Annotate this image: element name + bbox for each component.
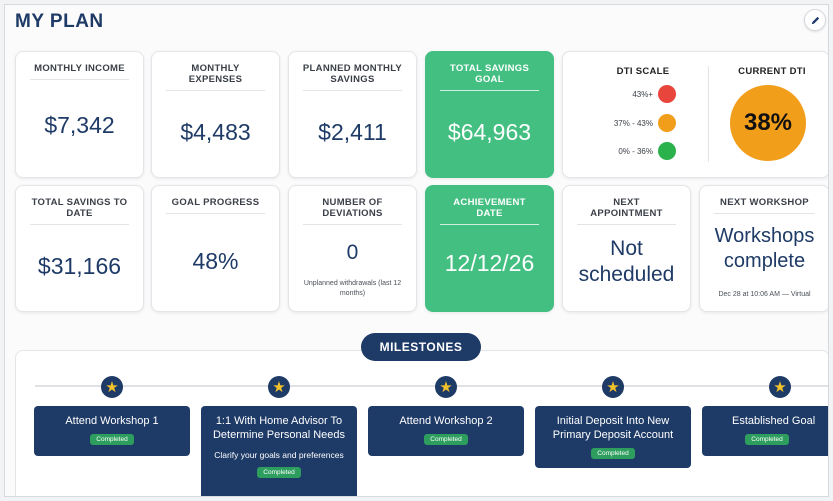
- card-label: TOTAL SAVINGS GOAL: [449, 63, 530, 85]
- total-savings-goal-card: TOTAL SAVINGS GOAL $64,963: [425, 51, 554, 178]
- edit-button[interactable]: [804, 9, 826, 31]
- star-icon: ★: [101, 376, 123, 398]
- card-divider: [303, 224, 402, 225]
- card-label: NEXT APPOINTMENT: [590, 197, 663, 219]
- milestone-card[interactable]: Initial Deposit Into New Primary Deposit…: [535, 406, 691, 468]
- card-value: $7,342: [44, 112, 115, 138]
- card-value: 12/12/26: [444, 250, 535, 276]
- red-dot-icon: [658, 85, 676, 103]
- milestone-card[interactable]: Attend Workshop 2 Completed: [368, 406, 524, 456]
- current-dti-value: 38%: [730, 85, 806, 161]
- dti-level-label: 0% - 36%: [618, 147, 653, 156]
- milestone-title: 1:1 With Home Advisor To Determine Perso…: [212, 415, 346, 441]
- pencil-icon: [811, 16, 819, 24]
- card-value: Workshops complete: [714, 225, 815, 272]
- milestone-timeline: [35, 385, 828, 387]
- card-label: MONTHLY EXPENSES: [188, 63, 243, 85]
- card-value: $64,963: [447, 119, 532, 145]
- card-value: 48%: [192, 248, 239, 274]
- milestone-title: Initial Deposit Into New Primary Deposit…: [552, 415, 674, 441]
- card-divider: [577, 224, 676, 225]
- card-label: TOTAL SAVINGS TO DATE: [31, 197, 128, 219]
- status-badge: Completed: [591, 448, 635, 459]
- milestone-card[interactable]: Attend Workshop 1 Completed: [34, 406, 190, 456]
- card-value: $2,411: [318, 119, 387, 145]
- achievement-date-card: ACHIEVEMENT DATE 12/12/26: [425, 185, 554, 312]
- card-divider: [30, 79, 129, 80]
- monthly-income-card: MONTHLY INCOME $7,342: [15, 51, 144, 178]
- card-label: ACHIEVEMENT DATE: [453, 197, 526, 219]
- card-label: MONTHLY INCOME: [34, 63, 125, 74]
- my-plan-panel: MY PLAN MONTHLY INCOME $7,342 MONTHLY EX…: [4, 4, 829, 497]
- green-dot-icon: [658, 142, 676, 160]
- star-icon: ★: [435, 376, 457, 398]
- dti-level-label: 43%+: [632, 90, 653, 99]
- card-divider: [30, 224, 129, 225]
- dti-scale-label: DTI SCALE: [616, 66, 670, 77]
- current-dti-label: CURRENT DTI: [738, 66, 806, 77]
- workshop-note: Dec 28 at 10:06 AM — Virtual: [718, 291, 811, 298]
- page-title: MY PLAN: [15, 11, 104, 32]
- star-icon: ★: [769, 376, 791, 398]
- total-savings-to-date-card: TOTAL SAVINGS TO DATE $31,166: [15, 185, 144, 312]
- next-workshop-card: NEXT WORKSHOP Workshops complete Dec 28 …: [699, 185, 828, 312]
- card-divider: [166, 213, 265, 214]
- planned-savings-card: PLANNED MONTHLY SAVINGS $2,411: [288, 51, 417, 178]
- card-divider: [714, 213, 815, 214]
- dti-level-label: 37% - 43%: [613, 119, 653, 128]
- card-label: NEXT WORKSHOP: [720, 197, 809, 208]
- card-value: 0: [346, 241, 359, 264]
- milestone-title: Attend Workshop 2: [399, 415, 493, 427]
- orange-dot-icon: [658, 114, 676, 132]
- deviations-note: Unplanned withdrawals (last 12 months): [303, 280, 402, 297]
- status-badge: Completed: [90, 434, 134, 445]
- milestone-title: Established Goal: [732, 415, 816, 427]
- card-divider: [303, 90, 402, 91]
- card-divider: [166, 90, 265, 91]
- card-divider: [440, 224, 539, 225]
- goal-progress-card: GOAL PROGRESS 48%: [151, 185, 280, 312]
- next-appointment-card: NEXT APPOINTMENT Not scheduled: [562, 185, 691, 312]
- card-divider: [440, 90, 539, 91]
- status-badge: Completed: [745, 434, 789, 445]
- milestone-title: Attend Workshop 1: [65, 415, 159, 427]
- card-label: GOAL PROGRESS: [171, 197, 260, 208]
- status-badge: Completed: [424, 434, 468, 445]
- card-value: $4,483: [180, 119, 251, 145]
- milestone-card[interactable]: 1:1 With Home Advisor To Determine Perso…: [201, 406, 357, 496]
- milestone-card[interactable]: Established Goal Completed: [702, 406, 828, 456]
- monthly-expenses-card: MONTHLY EXPENSES $4,483: [151, 51, 280, 178]
- milestones-heading: MILESTONES: [361, 333, 481, 361]
- star-icon: ★: [602, 376, 624, 398]
- dti-divider: [708, 66, 709, 162]
- card-value: Not scheduled: [578, 237, 675, 286]
- card-label: PLANNED MONTHLY SAVINGS: [302, 63, 403, 85]
- deviations-card: NUMBER OF DEVIATIONS 0 Unplanned withdra…: [288, 185, 417, 312]
- milestone-description: Clarify your goals and preferences: [214, 450, 344, 460]
- card-value: $31,166: [37, 253, 122, 279]
- card-label: NUMBER OF DEVIATIONS: [322, 197, 383, 219]
- star-icon: ★: [268, 376, 290, 398]
- status-badge: Completed: [257, 467, 301, 478]
